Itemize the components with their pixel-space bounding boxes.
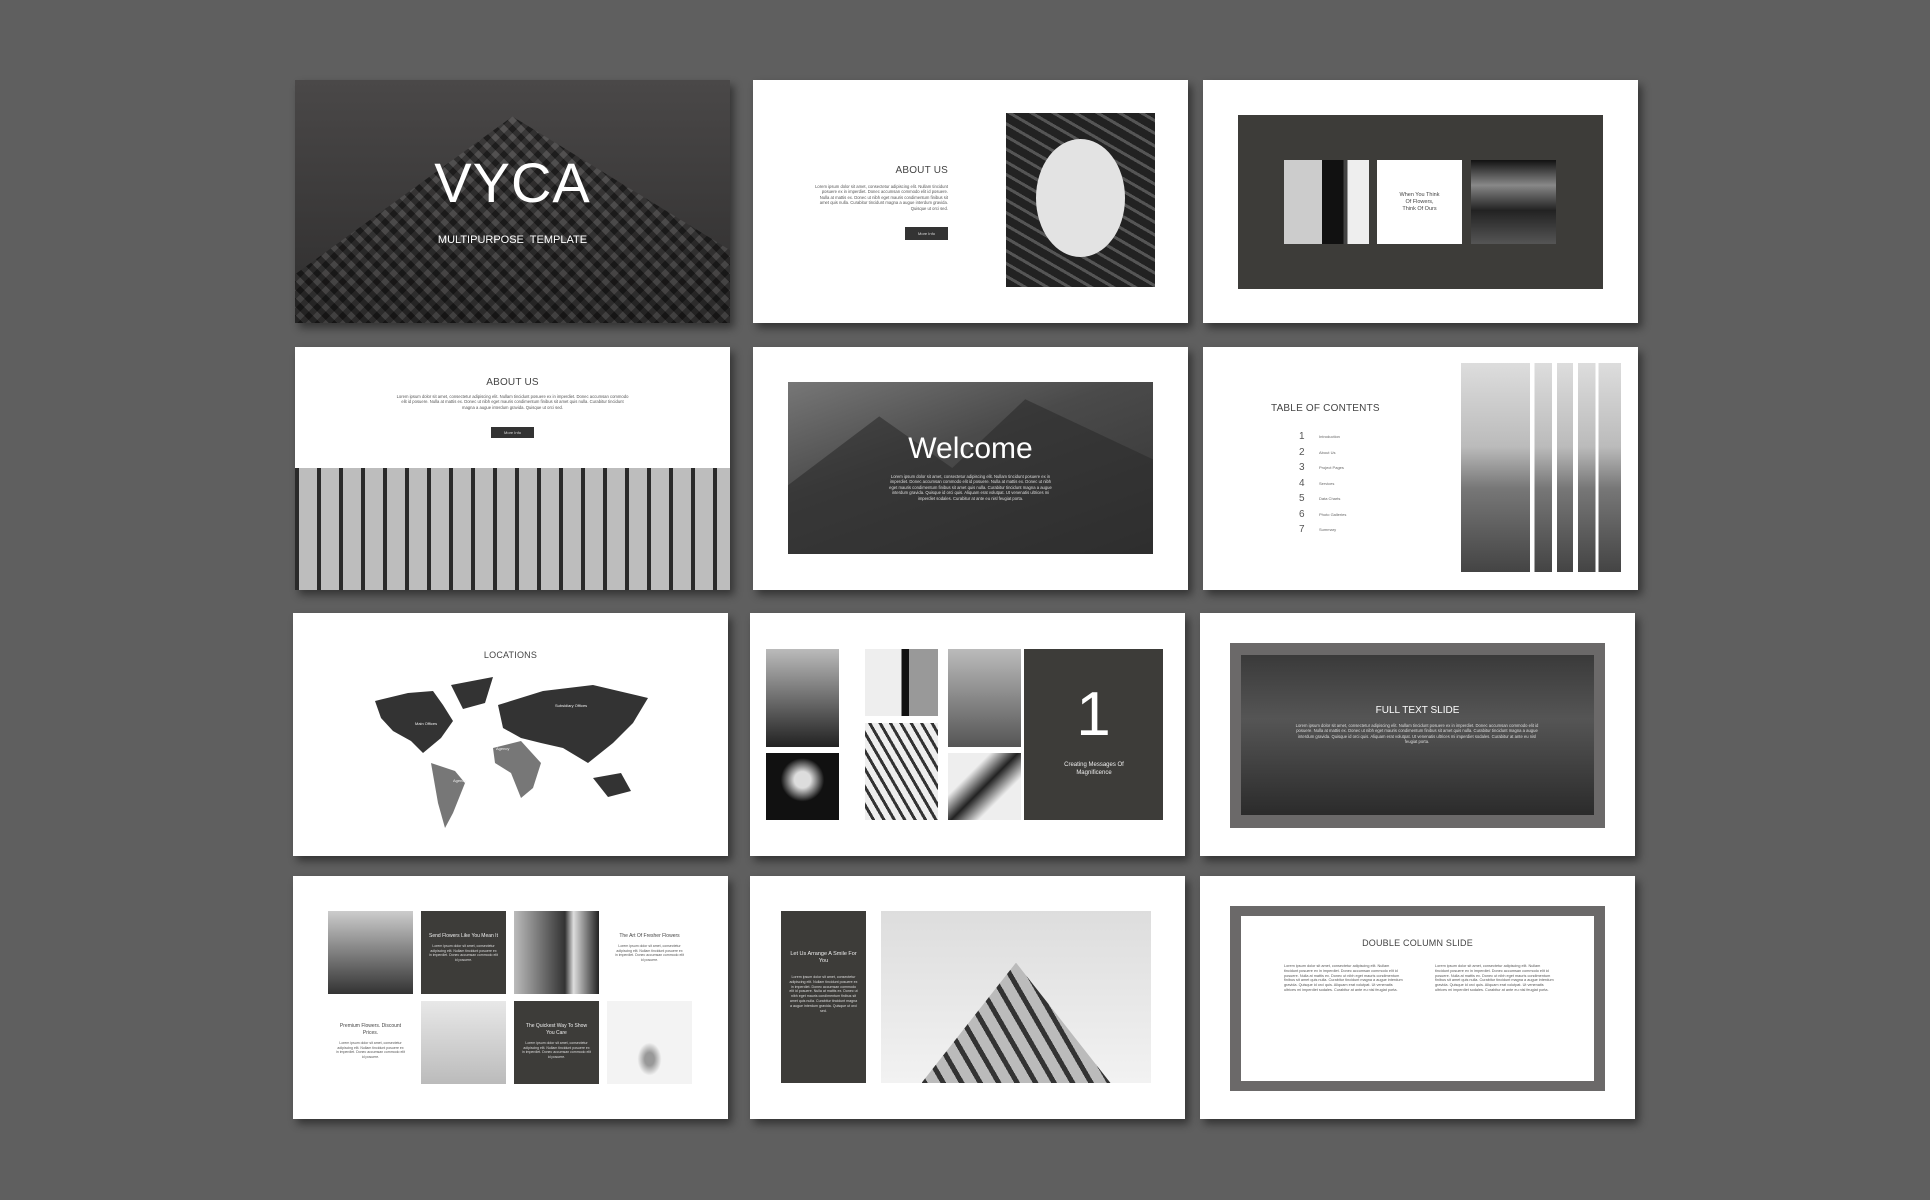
welcome-title: Welcome <box>908 432 1033 465</box>
cover-title: VYCA <box>434 151 591 214</box>
slide-table-of-contents[interactable]: TABLE OF CONTENTS 1 Introduction 2 About U… <box>1203 347 1638 590</box>
body-text: Lorem ipsum dolor sit amet, consectetur … <box>396 394 629 410</box>
label-agency-south-america: Agency <box>453 778 467 783</box>
toc-item[interactable]: 7 Summary <box>1299 522 1346 538</box>
slide-title: FULL TEXT SLIDE <box>1375 705 1460 716</box>
gallery-photo <box>948 753 1021 820</box>
slide-gallery[interactable]: Send Flowers Like You Mean It Lorem ipsu… <box>293 876 728 1119</box>
tower-photo-1 <box>1284 160 1369 244</box>
body-text: Lorem ipsum dolor sit amet, consectetur … <box>889 474 1052 501</box>
column-title: Let Us Arrange A Smile For You <box>790 951 857 964</box>
more-info-button[interactable]: More Info <box>491 427 534 438</box>
toc-item[interactable]: 4 Services <box>1299 476 1346 492</box>
slide-welcome[interactable]: Welcome Lorem ipsum dolor sit amet, cons… <box>753 347 1188 590</box>
gallery-photo <box>766 649 839 747</box>
label-main-offices: Main Offices <box>415 721 438 726</box>
slide-locations[interactable]: LOCATIONS Main Offices Subsidiary Office… <box>293 613 728 856</box>
toc-list: 1 Introduction 2 About Us 3 Project Pages 4… <box>1299 429 1346 538</box>
slide-arrange[interactable]: Let Us Arrange A Smile For You Lorem ips… <box>750 876 1185 1119</box>
toc-item[interactable]: 2 About Us <box>1299 445 1346 461</box>
section-number: 1 <box>1076 680 1111 749</box>
gallery-photo <box>607 1001 692 1084</box>
city-photo-strips <box>1461 363 1621 572</box>
slide-title: DOUBLE COLUMN SLIDE <box>1362 938 1473 948</box>
body-text: Lorem ipsum dolor sit amet, consectetur … <box>1295 723 1539 745</box>
slide-about-us-2[interactable]: ABOUT US Lorem ipsum dolor sit amet, con… <box>295 347 730 590</box>
toc-item[interactable]: 1 Introduction <box>1299 429 1346 445</box>
more-info-button[interactable]: More Info <box>905 227 948 240</box>
slide-flowers-intro[interactable]: When You Think Of Flowers, Think Of Ours <box>1203 80 1638 323</box>
gallery-photo <box>948 649 1021 747</box>
slide-section-one[interactable]: 1 Creating Messages Of Magnificence <box>750 613 1185 856</box>
tower-photo-2 <box>1471 160 1556 244</box>
toc-title: TABLE OF CONTENTS <box>1271 403 1380 414</box>
slide-double-column[interactable]: DOUBLE COLUMN SLIDE Lorem ipsum dolor si… <box>1200 876 1635 1119</box>
column-left: Lorem ipsum dolor sit amet, consectetur … <box>1284 964 1403 992</box>
cover-subtitle: MULTIPURPOSE TEMPLATE <box>437 234 588 246</box>
mountain-photo <box>788 382 1153 554</box>
slide-about-us-1[interactable]: ABOUT US Lorem ipsum dolor sit amet, con… <box>753 80 1188 323</box>
gallery-text-card: Send Flowers Like You Mean It Lorem ipsu… <box>421 911 506 994</box>
toc-item[interactable]: 5 Data Charts <box>1299 491 1346 507</box>
glass-building-photo <box>881 911 1151 1083</box>
gallery-text-card: The Quickest Way To Show You Care Lorem … <box>514 1001 599 1084</box>
gallery-photo <box>766 753 839 820</box>
slide-full-text[interactable]: FULL TEXT SLIDE Lorem ipsum dolor sit am… <box>1200 613 1635 856</box>
section-caption: Creating Messages Of Magnificence <box>1064 762 1124 776</box>
gallery-photo <box>514 911 599 994</box>
world-map <box>375 677 648 828</box>
courtyard-photo <box>1006 113 1155 287</box>
slide-title: ABOUT US <box>486 377 539 388</box>
windows-photo <box>295 468 730 590</box>
gallery-photo <box>328 911 413 994</box>
column-right: Lorem ipsum dolor sit amet, consectetur … <box>1435 964 1554 992</box>
toc-item[interactable]: 3 Project Pages <box>1299 460 1346 476</box>
toc-item[interactable]: 6 Photo Galleries <box>1299 507 1346 523</box>
gallery-text-card: Premium Flowers. Discount Prices. Lorem … <box>336 1023 405 1059</box>
gallery-photo <box>421 1001 506 1084</box>
slide-cover[interactable]: VYCA MULTIPURPOSE TEMPLATE <box>295 80 730 323</box>
body-text: Lorem ipsum dolor sit amet, consectetur … <box>815 184 948 211</box>
label-agency-africa: Agency <box>496 746 510 751</box>
text-column: Let Us Arrange A Smile For You Lorem ips… <box>781 911 866 1083</box>
label-subsidiary-offices: Subsidiary Offices <box>555 703 588 708</box>
gallery-text-card: The Art Of Fresher Flowers Lorem ipsum d… <box>615 933 684 962</box>
gallery-photo <box>865 723 938 820</box>
gallery-photo <box>865 649 938 716</box>
slide-title: ABOUT US <box>895 165 948 176</box>
flowers-card: When You Think Of Flowers, Think Of Ours <box>1377 160 1462 244</box>
